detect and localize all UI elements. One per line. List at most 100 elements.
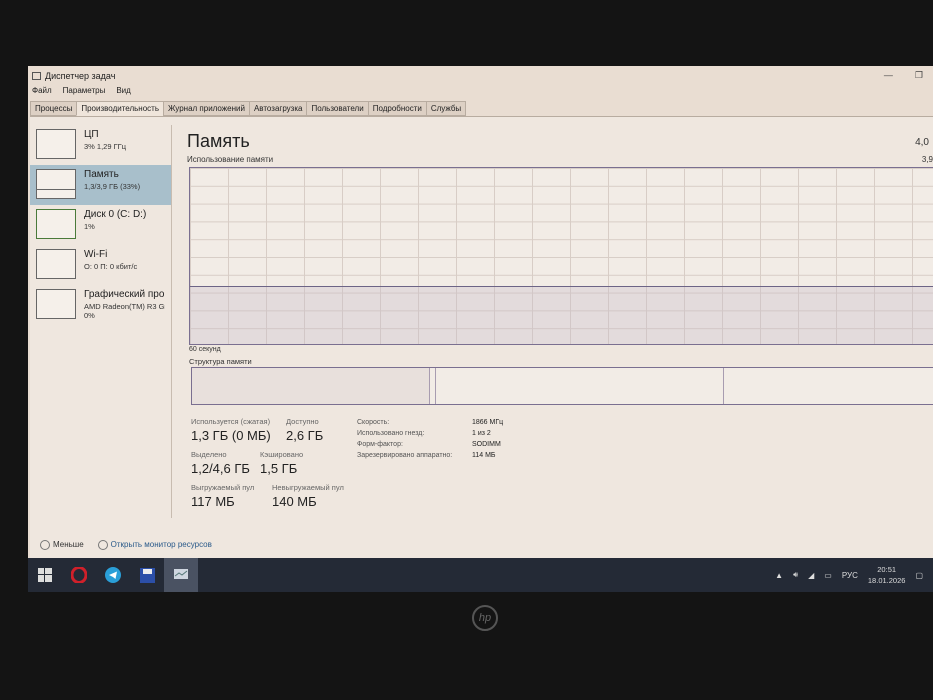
volume-icon[interactable]: 🔊︎ xyxy=(793,570,798,580)
window-title: Диспетчер задач xyxy=(45,71,116,81)
structure-label: Структура памяти xyxy=(189,357,252,366)
memory-usage-fill xyxy=(190,285,933,344)
prop-value: SODIMM xyxy=(472,441,501,448)
start-button[interactable] xyxy=(28,558,62,592)
open-resource-monitor-link[interactable]: Открыть монитор ресурсов xyxy=(97,540,212,550)
resource-monitor-label[interactable]: Открыть монитор ресурсов xyxy=(111,540,212,549)
minimize-button[interactable]: — xyxy=(884,70,893,81)
floppy-disk-icon xyxy=(139,567,155,583)
prop-key: Скорость: xyxy=(357,419,390,426)
tab-users[interactable]: Пользователи xyxy=(306,101,369,116)
save-app-button[interactable] xyxy=(130,558,164,592)
sidebar-item-label: Диск 0 (C: D:) xyxy=(84,209,147,220)
tab-startup[interactable]: Автозагрузка xyxy=(248,101,308,116)
sidebar-item-wifi[interactable]: Wi-Fi О: 0 П: 0 кбит/с xyxy=(30,245,171,285)
sidebar-item-memory[interactable]: Память 1,3/3,9 ГБ (33%) xyxy=(30,165,171,205)
sidebar-item-disk[interactable]: Диск 0 (C: D:) 1% xyxy=(30,205,171,245)
clock-date: 18.01.2026 xyxy=(867,576,906,585)
wifi-icon[interactable]: ◢ xyxy=(808,571,814,580)
sidebar: ЦП 3% 1,29 ГГц Память 1,3/3,9 ГБ (33%) Дис… xyxy=(30,125,171,325)
stat-label: Выделено xyxy=(191,450,227,459)
telegram-icon xyxy=(105,567,121,583)
memory-structure-bar xyxy=(191,367,933,405)
tab-services[interactable]: Службы xyxy=(425,101,467,116)
sidebar-item-label: Графический про xyxy=(84,289,165,300)
wifi-thumbnail xyxy=(36,249,76,279)
sidebar-item-label: Память xyxy=(84,169,119,180)
prop-key: Зарезервировано аппаратно: xyxy=(357,452,453,459)
sidebar-item-sub: 3% 1,29 ГГц xyxy=(84,142,127,151)
prop-key: Использовано гнезд: xyxy=(357,430,425,437)
fewer-details-label: Меньше xyxy=(53,540,84,550)
task-manager-taskbar-button[interactable] xyxy=(164,558,198,592)
menu-file[interactable]: Файл xyxy=(32,86,52,95)
resource-monitor-icon xyxy=(97,540,108,550)
battery-icon[interactable]: ▭ xyxy=(824,571,832,580)
sidebar-item-sub: 0% xyxy=(84,311,95,320)
sidebar-item-sub: 1% xyxy=(84,222,95,231)
sidebar-item-label: Wi-Fi xyxy=(84,249,108,260)
tab-app-history[interactable]: Журнал приложений xyxy=(163,101,250,116)
prop-value: 114 МБ xyxy=(472,452,496,459)
divider xyxy=(171,125,172,518)
task-manager-icon xyxy=(32,72,41,80)
title-bar: Диспетчер задач xyxy=(28,66,933,86)
tab-bar: Процессы Производительность Журнал прило… xyxy=(30,101,467,116)
sidebar-item-sub: О: 0 П: 0 кбит/с xyxy=(84,262,138,271)
stat-value: 140 МБ xyxy=(272,494,317,509)
total-memory: 4,0 xyxy=(915,137,929,148)
language-indicator[interactable]: РУС xyxy=(842,571,858,580)
clock[interactable]: 20:51 18.01.2026 xyxy=(868,564,906,586)
system-tray: ▲ 🔊︎ ◢ ▭ РУС 20:51 18.01.2026 ▢ xyxy=(775,558,923,592)
sidebar-item-cpu[interactable]: ЦП 3% 1,29 ГГц xyxy=(30,125,171,165)
task-manager-icon xyxy=(174,569,188,579)
stat-value: 1,2/4,6 ГБ xyxy=(191,461,250,476)
prop-value: 1866 МГц xyxy=(472,419,504,426)
telegram-button[interactable] xyxy=(96,558,130,592)
fewer-details-button[interactable]: Меньше xyxy=(40,540,84,550)
sidebar-item-sub: AMD Radeon(TM) R3 Gr xyxy=(84,302,165,311)
sidebar-item-label: ЦП xyxy=(84,129,99,140)
stat-label: Выгружаемый пул xyxy=(191,483,255,492)
stat-value: 1,3 ГБ (0 МБ) xyxy=(191,428,271,443)
menu-options[interactable]: Параметры xyxy=(63,86,106,95)
sidebar-item-sub: 1,3/3,9 ГБ (33%) xyxy=(84,182,141,191)
opera-icon xyxy=(71,567,87,583)
maximize-button[interactable]: ❐ xyxy=(915,70,923,81)
structure-free xyxy=(724,368,933,404)
performance-panel: ЦП 3% 1,29 ГГц Память 1,3/3,9 ГБ (33%) Дис… xyxy=(30,116,933,558)
memory-usage-graph xyxy=(189,167,933,345)
taskbar: ▲ 🔊︎ ◢ ▭ РУС 20:51 18.01.2026 ▢ xyxy=(28,558,933,592)
stat-label: Невыгружаемый пул xyxy=(272,483,344,492)
sidebar-item-gpu[interactable]: Графический про AMD Radeon(TM) R3 Gr 0% xyxy=(30,285,171,325)
stat-label: Доступно xyxy=(286,417,319,426)
disk-thumbnail xyxy=(36,209,76,239)
cpu-thumbnail xyxy=(36,129,76,159)
tab-performance[interactable]: Производительность xyxy=(76,101,164,116)
menu-view[interactable]: Вид xyxy=(116,86,130,95)
screen: Диспетчер задач — ❐ Файл Параметры Вид П… xyxy=(28,66,933,592)
hp-logo: hp xyxy=(472,605,498,631)
opera-button[interactable] xyxy=(62,558,96,592)
stat-value: 2,6 ГБ xyxy=(286,428,324,443)
stat-value: 1,5 ГБ xyxy=(260,461,298,476)
prop-value: 1 из 2 xyxy=(472,430,491,437)
show-hidden-icons-icon[interactable]: ▲ xyxy=(775,571,783,580)
structure-in-use xyxy=(192,368,430,404)
tab-processes[interactable]: Процессы xyxy=(30,101,78,116)
time-label: 60 секунд xyxy=(189,346,221,353)
tab-details[interactable]: Подробности xyxy=(367,101,427,116)
prop-key: Форм-фактор: xyxy=(357,441,403,448)
stat-label: Используется (сжатая) xyxy=(191,417,271,426)
graph-max: 3,9 xyxy=(921,155,933,164)
memory-thumbnail xyxy=(36,169,76,199)
windows-icon xyxy=(38,568,52,582)
chevron-up-icon xyxy=(40,540,50,550)
stat-value: 117 МБ xyxy=(191,494,235,509)
structure-standby xyxy=(436,368,724,404)
footer: Меньше Открыть монитор ресурсов xyxy=(40,540,212,550)
clock-time: 20:51 xyxy=(877,565,897,574)
notifications-icon[interactable]: ▢ xyxy=(915,571,923,580)
page-title: Память xyxy=(187,131,250,151)
stat-label: Кэшировано xyxy=(260,450,304,459)
